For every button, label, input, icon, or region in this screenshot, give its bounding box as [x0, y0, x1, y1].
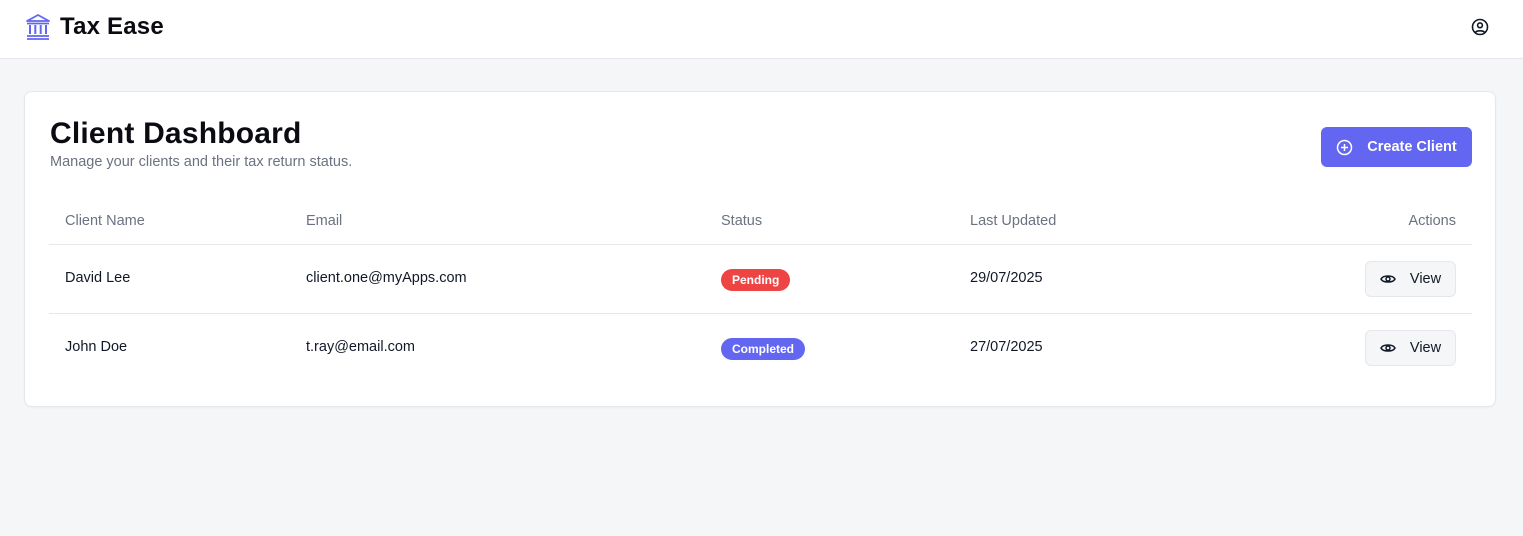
last-updated: 29/07/2025 — [970, 270, 1043, 286]
client-name: John Doe — [65, 339, 128, 355]
view-button-label: View — [1409, 340, 1442, 356]
client-email: t.ray@email.com — [306, 339, 415, 355]
column-header-last-updated: Last Updated — [970, 213, 1057, 229]
client-dashboard-card: Client Dashboard Manage your clients and… — [24, 91, 1496, 407]
brand-name: Tax Ease — [60, 13, 164, 40]
page-subtitle: Manage your clients and their tax return… — [50, 154, 353, 170]
table-header: Client Name Email Status Last Updated Ac… — [49, 200, 1472, 245]
status-badge: Pending — [721, 269, 791, 291]
view-client-button[interactable]: View — [1365, 330, 1456, 366]
table-row: David Lee client.one@myApps.com Pending … — [49, 245, 1472, 314]
create-client-label: Create Client — [1367, 139, 1457, 155]
table-row: John Doe t.ray@email.com Completed 27/07… — [49, 314, 1472, 383]
column-header-actions: Actions — [1408, 213, 1456, 229]
column-header-email: Email — [306, 213, 343, 229]
view-button-label: View — [1409, 271, 1442, 287]
bank-building-icon — [26, 14, 50, 40]
clients-table: Client Name Email Status Last Updated Ac… — [49, 200, 1472, 383]
plus-circle-icon — [1337, 139, 1353, 155]
page-title: Client Dashboard — [50, 117, 302, 150]
client-name: David Lee — [65, 270, 131, 286]
create-client-button[interactable]: Create Client — [1321, 127, 1472, 167]
client-email: client.one@myApps.com — [306, 270, 467, 286]
column-header-status: Status — [721, 213, 763, 229]
eye-icon — [1380, 344, 1396, 352]
top-navbar: Tax Ease — [0, 0, 1523, 59]
view-client-button[interactable]: View — [1365, 261, 1456, 297]
last-updated: 27/07/2025 — [970, 339, 1043, 355]
column-header-client-name: Client Name — [65, 213, 145, 229]
eye-icon — [1380, 275, 1396, 283]
status-badge: Completed — [721, 338, 806, 360]
user-circle-icon[interactable] — [1471, 18, 1489, 36]
